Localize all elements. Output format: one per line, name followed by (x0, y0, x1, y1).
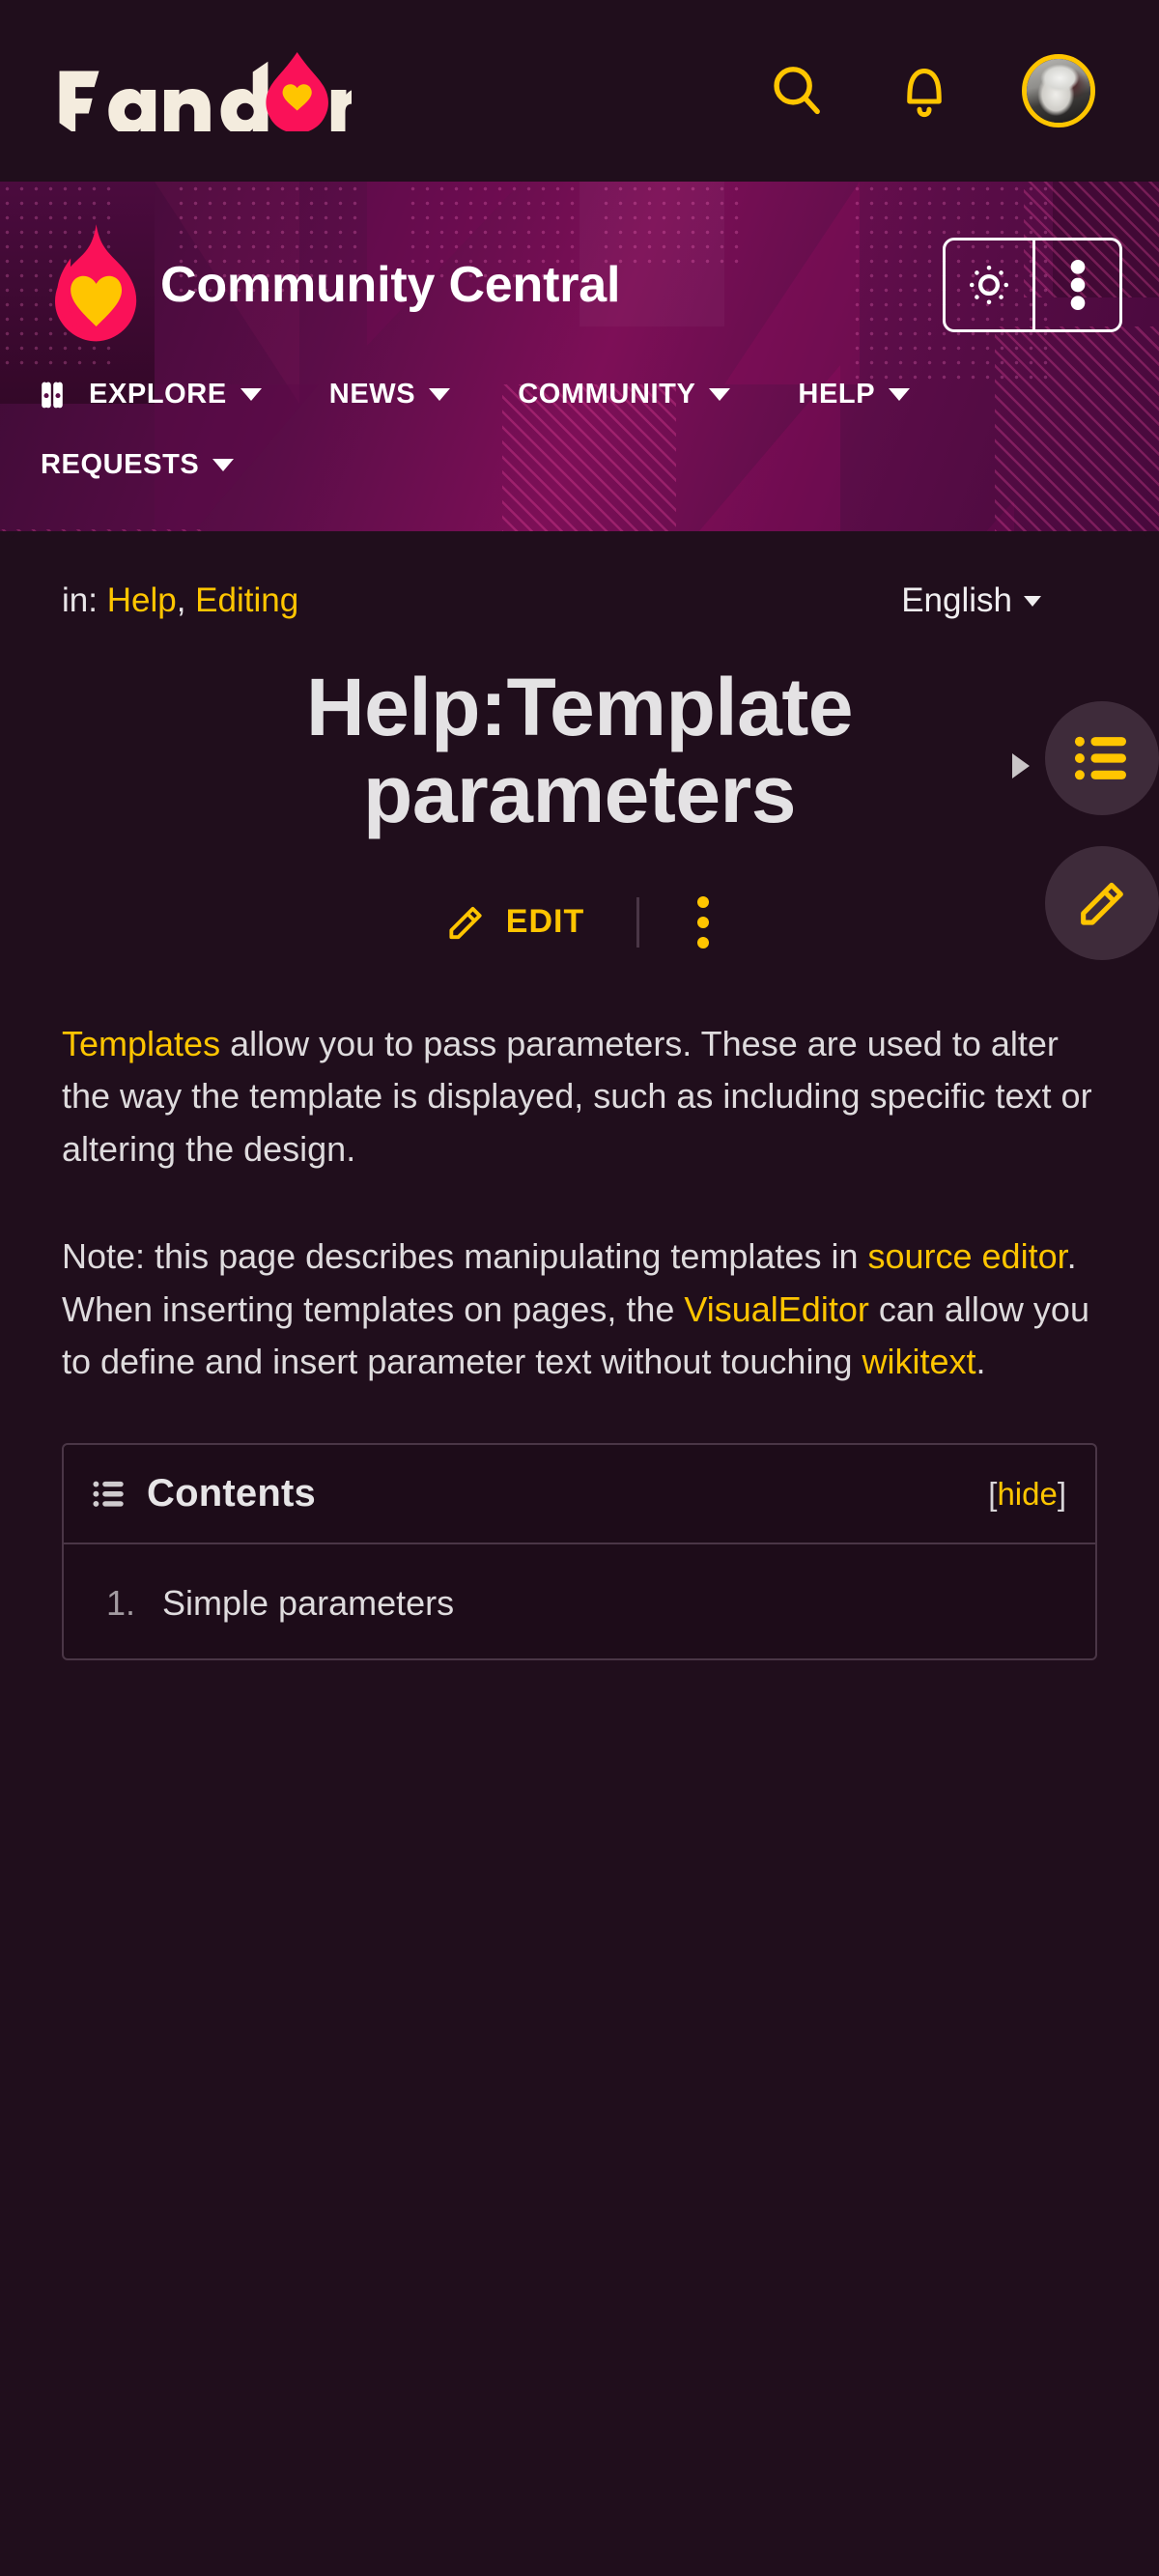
kebab-dot (697, 895, 710, 908)
wiki-header: Community Central EXPLORE NEWS COMMUNITY… (0, 182, 1159, 531)
page-title: Help:Template parameters (305, 662, 854, 839)
kebab-dot (697, 916, 710, 928)
nav-item-community[interactable]: COMMUNITY (518, 379, 731, 410)
chevron-down-icon (1024, 595, 1041, 607)
edit-button-label: EDIT (505, 903, 585, 941)
chevron-down-icon (212, 459, 235, 471)
chevron-down-icon (240, 388, 262, 401)
breadcrumb: in: Help, Editing (62, 581, 298, 620)
global-navigation-bar (0, 0, 1159, 182)
nav-item-requests[interactable]: REQUESTS (41, 449, 1122, 481)
edit-fab[interactable] (1045, 846, 1159, 960)
toc-item-number: 1. (106, 1583, 136, 1624)
table-of-contents: Contents [hide] 1. Simple parameters (62, 1443, 1097, 1661)
nav-item-help[interactable]: HELP (798, 379, 911, 410)
chevron-down-icon (709, 388, 731, 401)
breadcrumb-category-help[interactable]: Help (107, 581, 177, 619)
toc-title: Contents (147, 1472, 316, 1515)
article-content-card: in: Help, Editing English Help:Template … (8, 531, 1151, 1719)
paragraph-note-part-1: Note: this page describes manipulating t… (62, 1235, 868, 1276)
wiki-title[interactable]: Community Central (153, 256, 620, 314)
language-selector[interactable]: English (901, 581, 1097, 620)
paragraph-note-part-4: . (975, 1342, 986, 1382)
bulleted-list-icon (93, 1480, 126, 1509)
chevron-down-icon (429, 388, 451, 401)
paragraph-note: Note: this page describes manipulating t… (62, 1231, 1097, 1389)
fandom-flame-logo[interactable] (37, 222, 143, 348)
edit-button[interactable]: EDIT (435, 895, 594, 949)
fandom-logo[interactable] (41, 50, 353, 131)
notifications-bell-icon[interactable] (896, 61, 952, 121)
nav-item-community-label: COMMUNITY (518, 379, 696, 410)
wiki-overflow-menu-button[interactable] (1032, 241, 1119, 329)
avatar-image (1027, 59, 1090, 123)
nav-item-requests-label: REQUESTS (41, 449, 200, 480)
pencil-icon (1081, 882, 1123, 925)
nav-item-explore-label: EXPLORE (89, 379, 227, 410)
breadcrumb-category-editing[interactable]: Editing (195, 581, 298, 619)
nav-item-news[interactable]: NEWS (328, 379, 451, 410)
toc-fab-pointer (1012, 753, 1030, 778)
breadcrumb-prefix: in: (62, 581, 98, 619)
user-avatar[interactable] (1022, 54, 1095, 127)
nav-item-news-label: NEWS (328, 379, 416, 410)
toc-header: Contents [hide] (64, 1445, 1095, 1545)
link-templates[interactable]: Templates (62, 1024, 220, 1063)
link-wikitext[interactable]: wikitext (862, 1342, 976, 1381)
article-topbar: in: Help, Editing English (62, 581, 1097, 620)
action-divider (636, 896, 640, 948)
theme-toggle-button[interactable] (946, 241, 1032, 329)
toc-hide-link[interactable]: hide (997, 1476, 1057, 1512)
link-source-editor[interactable]: source editor (867, 1236, 1066, 1276)
breadcrumb-separator: , (176, 581, 196, 619)
open-book-icon (41, 381, 75, 410)
toc-toggle: [hide] (988, 1476, 1066, 1513)
toc-item-label[interactable]: Simple parameters (162, 1577, 454, 1629)
chevron-down-icon (889, 388, 911, 401)
nav-item-help-label: HELP (798, 379, 876, 410)
page-action-bar: EDIT (62, 889, 1097, 956)
wiki-navigation: EXPLORE NEWS COMMUNITY HELP REQUESTS (0, 361, 1159, 491)
language-selector-label: English (901, 581, 1012, 619)
wiki-header-buttons (943, 238, 1122, 332)
article-body: Templates allow you to pass parameters. … (62, 1018, 1097, 1661)
toc-fab[interactable] (1045, 701, 1159, 815)
toc-list: 1. Simple parameters (64, 1544, 1095, 1658)
toc-item[interactable]: 1. Simple parameters (106, 1577, 1066, 1629)
paragraph-intro: Templates allow you to pass parameters. … (62, 1018, 1097, 1176)
global-nav-actions (767, 54, 1113, 127)
bulleted-list-icon (1074, 736, 1126, 780)
toc-toggle-close-bracket: ] (1057, 1475, 1066, 1512)
page-overflow-menu-button[interactable] (682, 889, 724, 956)
link-visualeditor[interactable]: VisualEditor (684, 1289, 868, 1329)
wiki-header-top: Community Central (0, 182, 1159, 361)
kebab-dot (697, 936, 710, 948)
pencil-icon (444, 901, 487, 944)
search-icon[interactable] (767, 61, 827, 121)
nav-item-explore[interactable]: EXPLORE (41, 379, 262, 410)
